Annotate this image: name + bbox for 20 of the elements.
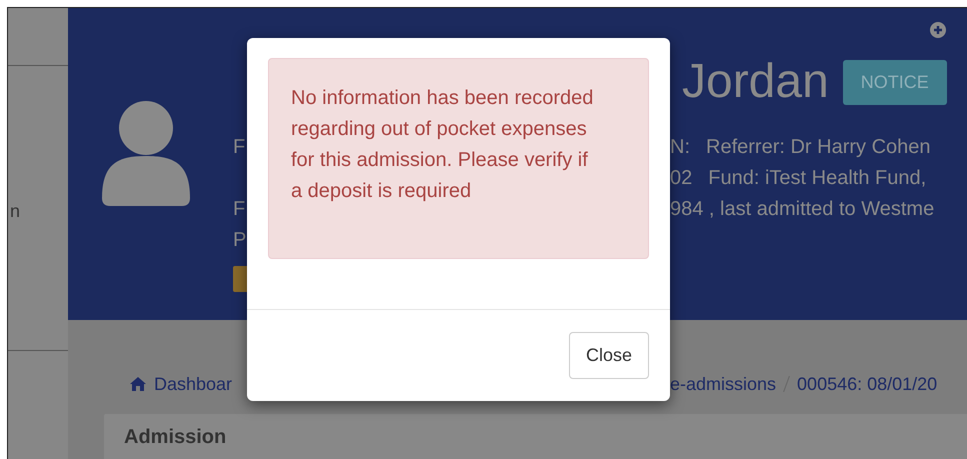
- breadcrumb-link[interactable]: Dashboar: [154, 374, 232, 394]
- sidebar-item[interactable]: n: [10, 200, 20, 222]
- patient-name: Jordan: [682, 54, 829, 110]
- patient-info-text: P: [233, 229, 246, 252]
- patient-info-text: F: [233, 198, 246, 221]
- add-icon[interactable]: [930, 22, 946, 38]
- breadcrumb-link[interactable]: 000546: 08/01/20: [797, 374, 938, 394]
- warning-alert: No information has been recorded regarding out of pocket expenses for this admission. Please verify if a deposit is required: [268, 58, 649, 259]
- breadcrumb-link[interactable]: e-admissions: [670, 374, 776, 394]
- status-tag: [233, 266, 247, 292]
- patient-info-text: 984 , last admitted to Westme: [670, 198, 934, 221]
- patient-info-text: Fund: iTest Health Fund,: [708, 167, 926, 190]
- notice-badge: NOTICE: [842, 60, 947, 104]
- card-title: Admission: [124, 426, 226, 448]
- patient-info-text: Referrer: Dr Harry Cohen: [706, 136, 931, 159]
- patient-info-text: N:: [670, 136, 690, 159]
- close-button[interactable]: Close: [568, 332, 649, 379]
- patient-info-text: 02: [670, 167, 692, 190]
- patient-info-text: F: [233, 136, 246, 159]
- home-icon: [130, 377, 146, 391]
